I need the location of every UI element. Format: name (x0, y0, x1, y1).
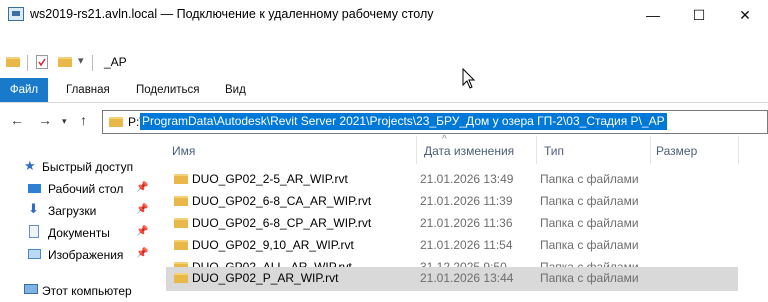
nav-item-desktop[interactable]: Рабочий стол 📌 (0, 178, 160, 200)
folder-icon (109, 117, 123, 127)
folder-icon (174, 273, 188, 283)
tab-file[interactable]: Файл (0, 78, 48, 102)
folder-icon (174, 240, 188, 250)
folder-title: _AP (104, 55, 127, 69)
nav-item-this-pc[interactable]: Этот компьютер (0, 280, 160, 302)
address-selected-path[interactable]: ProgramData\Autodesk\Revit Server 2021\P… (140, 113, 667, 130)
folder-icon (174, 196, 188, 206)
column-type[interactable]: Тип (544, 144, 564, 158)
new-folder-icon[interactable] (58, 57, 72, 67)
column-name[interactable]: Имя (172, 144, 195, 158)
remote-desktop-icon (8, 7, 24, 21)
pin-icon[interactable]: 📌 (136, 226, 148, 237)
divider (738, 136, 739, 164)
back-arrow-icon[interactable]: ← (10, 112, 24, 128)
file-type: Папка с файлами (540, 194, 639, 208)
column-header-row: ^ Имя Дата изменения Тип Размер (160, 134, 768, 164)
download-icon: ⬇ (28, 201, 39, 216)
address-bar[interactable]: P:\ ProgramData\Autodesk\Revit Server 20… (102, 110, 768, 134)
file-name: DUO_GP02_9,10_AR_WIP.rvt (192, 238, 354, 252)
divider (27, 55, 28, 71)
window-title-bar: ws2019-rs21.avln.local — Подключение к у… (0, 0, 768, 30)
file-date: 21.01.2026 11:39 (420, 194, 513, 208)
computer-icon (24, 284, 38, 294)
file-name: DUO_GP02_6-8_CP_AR_WIP.rvt (192, 216, 372, 230)
folder-icon (6, 57, 20, 67)
file-row[interactable]: DUO_GP02_6-8_CA_AR_WIP.rvt 21.01.2026 11… (166, 190, 738, 212)
forward-arrow-icon[interactable]: → (38, 112, 52, 128)
divider (416, 136, 417, 164)
up-arrow-icon[interactable]: ↑ (80, 112, 87, 128)
nav-item-documents[interactable]: Документы 📌 (0, 222, 160, 244)
maximize-button[interactable]: ☐ (676, 0, 722, 30)
desktop-icon (28, 184, 41, 193)
minimize-button[interactable]: — (630, 0, 676, 30)
folder-icon (174, 218, 188, 228)
pin-icon[interactable]: 📌 (136, 248, 148, 259)
properties-icon[interactable] (36, 55, 48, 69)
file-date: 21.01.2026 11:36 (420, 216, 513, 230)
nav-item-downloads[interactable]: ⬇ Загрузки 📌 (0, 200, 160, 222)
star-icon: ★ (24, 158, 36, 173)
file-row[interactable]: DUO_GP02_9,10_AR_WIP.rvt 21.01.2026 11:5… (166, 234, 738, 256)
folder-icon (174, 174, 188, 184)
ribbon-tabs: Файл Главная Поделиться Вид (0, 78, 768, 103)
customize-toolbar-icon[interactable]: ▾ (78, 54, 84, 67)
file-type: Папка с файлами (540, 238, 639, 252)
pin-icon[interactable]: 📌 (136, 204, 148, 215)
file-date: 21.01.2026 11:54 (420, 238, 513, 252)
column-size[interactable]: Размер (656, 144, 697, 158)
file-type: Папка с файлами (540, 216, 639, 230)
navigation-pane: ★ Быстрый доступ Рабочий стол 📌 ⬇ Загруз… (0, 140, 160, 298)
file-type: Папка с файлами (540, 172, 639, 186)
close-button[interactable]: ✕ (722, 0, 768, 30)
window-title: ws2019-rs21.avln.local — Подключение к у… (30, 7, 434, 21)
file-list: ^ Имя Дата изменения Тип Размер DUO_GP02… (160, 134, 768, 296)
tab-view[interactable]: Вид (225, 78, 246, 102)
quick-access-toolbar: ▾ _AP (0, 50, 768, 76)
divider (650, 136, 651, 164)
recent-locations-icon[interactable]: ▾ (62, 116, 67, 127)
column-date-modified[interactable]: Дата изменения (424, 144, 514, 158)
file-row-selected[interactable]: DUO_GP02_P_AR_WIP.rvt 21.01.2026 13:44 П… (166, 267, 738, 291)
file-name: DUO_GP02_6-8_CA_AR_WIP.rvt (192, 194, 372, 208)
file-name: DUO_GP02_P_AR_WIP.rvt (192, 271, 339, 285)
pin-icon[interactable]: 📌 (136, 182, 148, 193)
divider (536, 136, 537, 164)
nav-item-quick-access[interactable]: ★ Быстрый доступ (0, 156, 160, 178)
file-name: DUO_GP02_2-5_AR_WIP.rvt (192, 172, 348, 186)
mouse-cursor-icon (462, 68, 476, 89)
pictures-icon (28, 249, 41, 259)
divider (92, 55, 93, 71)
file-row[interactable]: DUO_GP02_6-8_CP_AR_WIP.rvt 21.01.2026 11… (166, 212, 738, 234)
file-date: 21.01.2026 13:44 (420, 271, 514, 285)
file-type: Папка с файлами (540, 271, 639, 285)
documents-icon (29, 225, 39, 238)
navigation-bar: ← → ▾ ↑ P:\ ProgramData\Autodesk\Revit S… (0, 104, 768, 136)
tab-share[interactable]: Поделиться (136, 78, 200, 102)
nav-item-pictures[interactable]: Изображения 📌 (0, 244, 160, 266)
tab-home[interactable]: Главная (66, 78, 110, 102)
file-row[interactable]: DUO_GP02_2-5_AR_WIP.rvt 21.01.2026 13:49… (166, 168, 738, 190)
file-date: 21.01.2026 13:49 (420, 172, 514, 186)
